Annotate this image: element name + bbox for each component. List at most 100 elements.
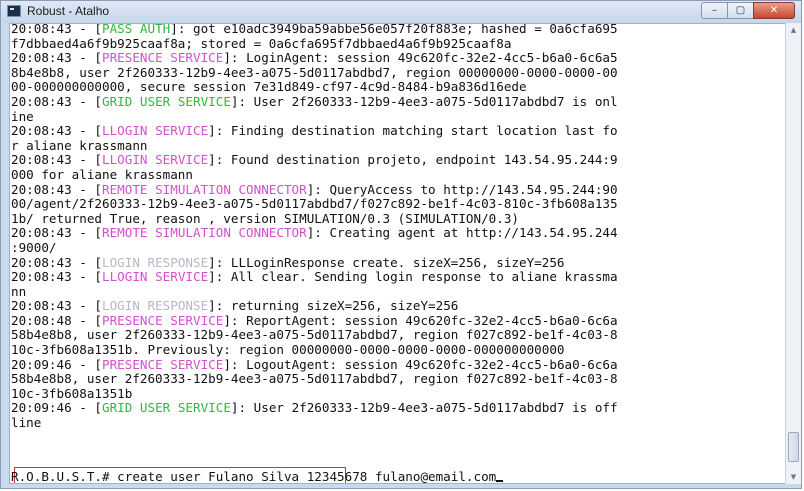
minimize-icon: –	[712, 5, 717, 16]
log-text: ]: returning sizeX=256, sizeY=256	[208, 298, 459, 314]
log-line: 8b4e8b8, user 2f260333-12b9-4ee3-a075-5d…	[11, 64, 785, 81]
log-text: ]: QueryAccess to http://143.54.95.244:9…	[306, 181, 618, 197]
scroll-down-icon: ▼	[790, 473, 797, 481]
window-controls: – ▢ ✕	[701, 2, 795, 20]
log-text: 8b4e8b8, user 2f260333-12b9-4ee3-a075-5d…	[11, 64, 618, 80]
command-line[interactable]: R.O.B.U.S.T.# create user Fulano Silva 1…	[11, 469, 785, 483]
log-text: f7dbbaed4a6f9b925caaf8a; stored = 0a6cfa…	[11, 35, 512, 51]
maximize-icon: ▢	[735, 5, 746, 16]
log-line: ine	[11, 108, 785, 125]
log-line: 1b/ returned True, reason , version SIMU…	[11, 210, 785, 227]
log-service-tag: LLOGIN SERVICE	[102, 152, 209, 168]
log-text: ]: LogoutAgent: session 49c620fc-32e2-4c…	[223, 356, 618, 372]
log-service-tag: REMOTE SIMULATION CONNECTOR	[102, 181, 307, 197]
log-text: ]: LoginAgent: session 49c620fc-32e2-4cc…	[223, 50, 618, 66]
log-text: 20:08:48 - [	[11, 312, 102, 328]
log-line: 20:09:46 - [PRESENCE SERVICE]: LogoutAge…	[11, 356, 785, 373]
log-line: 20:08:43 - [LLOGIN SERVICE]: All clear. …	[11, 269, 785, 285]
scroll-thumb[interactable]	[788, 432, 799, 462]
log-service-tag: PRESENCE SERVICE	[102, 50, 224, 66]
log-text: 20:08:43 - [	[11, 269, 102, 285]
scroll-up-icon: ▲	[790, 26, 797, 34]
console-window: Robust - Atalho – ▢ ✕ 20:08:43 - [PASS A…	[0, 0, 802, 489]
log-text: 20:09:46 - [	[11, 400, 102, 416]
log-line: 00/agent/2f260333-12b9-4ee3-a075-5d0117a…	[11, 196, 785, 212]
log-line: nn	[11, 283, 785, 300]
log-text: ]: Found destination projeto, endpoint 1…	[208, 152, 618, 168]
log-text: 20:09:46 - [	[11, 356, 102, 372]
log-text: 58b4e8b8, user 2f260333-12b9-4ee3-a075-5…	[11, 371, 618, 387]
log-text: 10c-3fb608a1351b	[11, 385, 133, 401]
log-text: 20:08:43 - [	[11, 152, 102, 168]
log-text: ]: LLLoginResponse create. sizeX=256, si…	[208, 254, 565, 270]
maximize-button[interactable]: ▢	[727, 2, 753, 19]
log-text: 20:08:43 - [	[11, 181, 102, 197]
window-title: Robust - Atalho	[27, 4, 110, 18]
log-line: 20:08:43 - [LLOGIN SERVICE]: Finding des…	[11, 123, 785, 139]
log-service-tag: PASS AUTH	[102, 23, 171, 36]
log-line: 20:08:43 - [GRID USER SERVICE]: User 2f2…	[11, 93, 785, 110]
log-service-tag: LLOGIN SERVICE	[102, 269, 209, 285]
log-lines: 20:08:43 - [PASS AUTH]: got e10adc3949ba…	[11, 23, 785, 431]
log-line: 20:08:48 - [PRESENCE SERVICE]: ReportAge…	[11, 312, 785, 329]
close-button[interactable]: ✕	[753, 2, 795, 19]
log-line: 000 for aliane krassmann	[11, 167, 785, 183]
log-text: ]: ReportAgent: session 49c620fc-32e2-4c…	[223, 312, 618, 328]
log-text: 00/agent/2f260333-12b9-4ee3-a075-5d0117a…	[11, 196, 618, 212]
log-line: 00-000000000000, secure session 7e31d849…	[11, 80, 785, 95]
log-line: 20:08:43 - [REMOTE SIMULATION CONNECTOR]…	[11, 226, 785, 241]
log-text: 20:08:43 - [	[11, 93, 102, 109]
log-text: nn	[11, 283, 27, 299]
minimize-button[interactable]: –	[701, 2, 727, 19]
log-text: ]: User 2f260333-12b9-4ee3-a075-5d0117ab…	[230, 400, 618, 416]
log-line: 20:08:43 - [PASS AUTH]: got e10adc3949ba…	[11, 23, 785, 37]
close-icon: ✕	[769, 5, 779, 16]
log-text: 20:08:43 - [	[11, 298, 102, 314]
log-text: ]: All clear. Sending login response to …	[208, 269, 618, 285]
text-cursor	[496, 480, 504, 482]
scroll-down-button[interactable]: ▼	[786, 470, 801, 484]
log-service-tag: LOGIN RESPONSE	[102, 254, 209, 270]
log-text: ]: Finding destination matching start lo…	[208, 123, 618, 139]
command-input[interactable]: create user Fulano Silva 12345678 fulano…	[117, 469, 496, 483]
log-service-tag: LOGIN RESPONSE	[102, 298, 209, 314]
log-service-tag: PRESENCE SERVICE	[102, 356, 224, 372]
log-text: ]: Creating agent at http://143.54.95.24…	[306, 225, 618, 241]
log-line: 58b4e8b8, user 2f260333-12b9-4ee3-a075-5…	[11, 328, 785, 343]
console-output[interactable]: 20:08:43 - [PASS AUTH]: got e10adc3949ba…	[9, 23, 787, 484]
log-service-tag: PRESENCE SERVICE	[102, 312, 224, 328]
log-text: 00-000000000000, secure session 7e31d849…	[11, 79, 527, 95]
log-line: :9000/	[11, 239, 785, 256]
log-text: 58b4e8b8, user 2f260333-12b9-4ee3-a075-5…	[11, 327, 618, 343]
log-line: 10c-3fb608a1351b	[11, 385, 785, 402]
log-line: 20:09:46 - [GRID USER SERVICE]: User 2f2…	[11, 401, 785, 416]
log-text: ine	[11, 108, 34, 124]
log-service-tag: GRID USER SERVICE	[102, 93, 231, 109]
log-text: 20:08:43 - [	[11, 123, 102, 139]
log-service-tag: GRID USER SERVICE	[102, 400, 231, 416]
log-text: line	[11, 415, 42, 431]
log-text: :9000/	[11, 239, 57, 255]
log-text: 20:08:43 - [	[11, 225, 102, 241]
console-app-icon	[7, 5, 21, 17]
log-line: 20:08:43 - [PRESENCE SERVICE]: LoginAgen…	[11, 50, 785, 66]
log-text: ]: User 2f260333-12b9-4ee3-a075-5d0117ab…	[230, 93, 618, 109]
title-bar[interactable]: Robust - Atalho – ▢ ✕	[1, 1, 801, 23]
log-line: 20:08:43 - [REMOTE SIMULATION CONNECTOR]…	[11, 181, 785, 198]
log-line: 20:08:43 - [LLOGIN SERVICE]: Found desti…	[11, 153, 785, 168]
log-service-tag: REMOTE SIMULATION CONNECTOR	[102, 225, 307, 241]
log-line: f7dbbaed4a6f9b925caaf8a; stored = 0a6cfa…	[11, 35, 785, 52]
log-line: 20:08:43 - [LOGIN RESPONSE]: LLLoginResp…	[11, 254, 785, 271]
log-line: 58b4e8b8, user 2f260333-12b9-4ee3-a075-5…	[11, 371, 785, 387]
log-line: r aliane krassmann	[11, 138, 785, 154]
scroll-up-button[interactable]: ▲	[786, 23, 801, 37]
log-text: ]: got e10adc3949ba59abbe56e057f20f883e;…	[170, 23, 618, 36]
log-line: line	[11, 415, 785, 431]
log-text: 20:08:43 - [	[11, 23, 102, 36]
log-text: 1b/ returned True, reason , version SIMU…	[11, 210, 519, 226]
log-text: 20:08:43 - [	[11, 254, 102, 270]
log-line: 20:08:43 - [LOGIN RESPONSE]: returning s…	[11, 298, 785, 314]
vertical-scrollbar[interactable]: ▲ ▼	[785, 23, 801, 484]
log-text: 20:08:43 - [	[11, 50, 102, 66]
log-service-tag: LLOGIN SERVICE	[102, 123, 209, 139]
